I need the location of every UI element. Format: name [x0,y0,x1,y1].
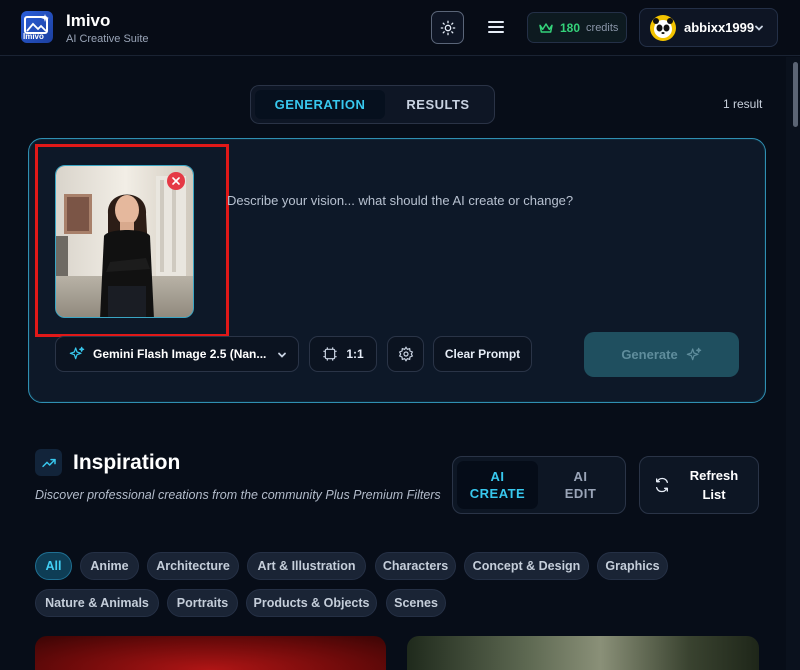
aspect-ratio-icon [323,347,337,361]
credits-count: 180 [560,20,581,35]
trending-icon [35,449,62,476]
tab-results[interactable]: RESULTS [389,90,487,119]
refresh-line1: Refresh [689,468,739,483]
username: abbixx1999 [684,20,755,35]
chevron-down-icon [755,25,763,31]
refresh-icon [656,477,668,493]
tab-generation[interactable]: GENERATION [255,90,385,119]
refresh-label: Refresh List [684,466,744,504]
app-header: Imivo Imivo AI Creative Suite 180 credit… [0,0,800,56]
clear-prompt-button[interactable]: Clear Prompt [433,336,532,372]
brand-title: Imivo [66,11,111,30]
inspiration-description: Discover professional creations from the… [35,488,441,502]
menu-button[interactable] [484,15,508,39]
crown-icon [539,22,553,33]
aspect-ratio-button[interactable]: 1:1 [309,336,377,372]
ai-create-line1: AI [490,469,505,484]
sparkle-icon [69,346,85,360]
chevron-down-icon [278,352,286,358]
category-chip-art-illustration[interactable]: Art & Illustration [247,552,366,580]
ai-edit-line1: AI [573,469,588,484]
scrollbar-track[interactable] [786,57,800,670]
ai-edit-line2: EDIT [564,486,597,501]
model-select[interactable]: Gemini Flash Image 2.5 (Nan... [55,336,299,372]
ai-create-line2: CREATE [469,486,526,501]
scrollbar-thumb[interactable] [793,62,798,127]
category-chip-graphics[interactable]: Graphics [597,552,668,580]
gallery-card[interactable] [35,636,386,670]
credits-label: credits [586,21,619,34]
inspiration-title: Inspiration [73,451,181,474]
category-chip-scenes[interactable]: Scenes [386,589,446,617]
category-chip-nature-animals[interactable]: Nature & Animals [35,589,159,617]
credits-badge[interactable]: 180 credits [527,12,627,43]
hamburger-icon [488,21,504,33]
category-chip-characters[interactable]: Characters [375,552,456,580]
category-chip-products-objects[interactable]: Products & Objects [246,589,377,617]
brand-subtitle: AI Creative Suite [66,33,149,45]
generate-label: Generate [621,347,678,362]
remove-image-button[interactable] [167,172,185,190]
user-menu-button[interactable]: abbixx1999 [639,8,778,47]
aspect-ratio-label: 1:1 [346,347,364,361]
generate-button[interactable]: Generate [584,332,739,377]
category-chip-all[interactable]: All [35,552,72,580]
close-icon [172,177,180,185]
ai-create-button[interactable]: AI CREATE [457,461,538,509]
refresh-list-button[interactable]: Refresh List [639,456,759,514]
inspiration-mode-toggle: AI CREATE AI EDIT [452,456,626,514]
sparkle-icon [686,347,701,360]
model-label: Gemini Flash Image 2.5 (Nan... [93,347,267,361]
category-chip-anime[interactable]: Anime [80,552,139,580]
category-chip-architecture[interactable]: Architecture [147,552,239,580]
sun-icon [440,20,455,35]
gallery-card[interactable] [407,636,759,670]
avatar [650,14,676,41]
settings-button[interactable] [387,336,424,372]
gear-icon [398,346,413,362]
theme-toggle-button[interactable] [431,11,464,44]
logo-text: Imivo [23,32,44,41]
refresh-line2: List [702,487,726,502]
prompt-input[interactable] [227,180,747,220]
result-count: 1 result [723,97,763,111]
logo-icon[interactable]: Imivo [21,11,53,43]
mode-tabs: GENERATION RESULTS [250,85,495,124]
ai-edit-button[interactable]: AI EDIT [540,461,621,509]
category-chip-portraits[interactable]: Portraits [167,589,238,617]
category-chip-concept-design[interactable]: Concept & Design [464,552,589,580]
